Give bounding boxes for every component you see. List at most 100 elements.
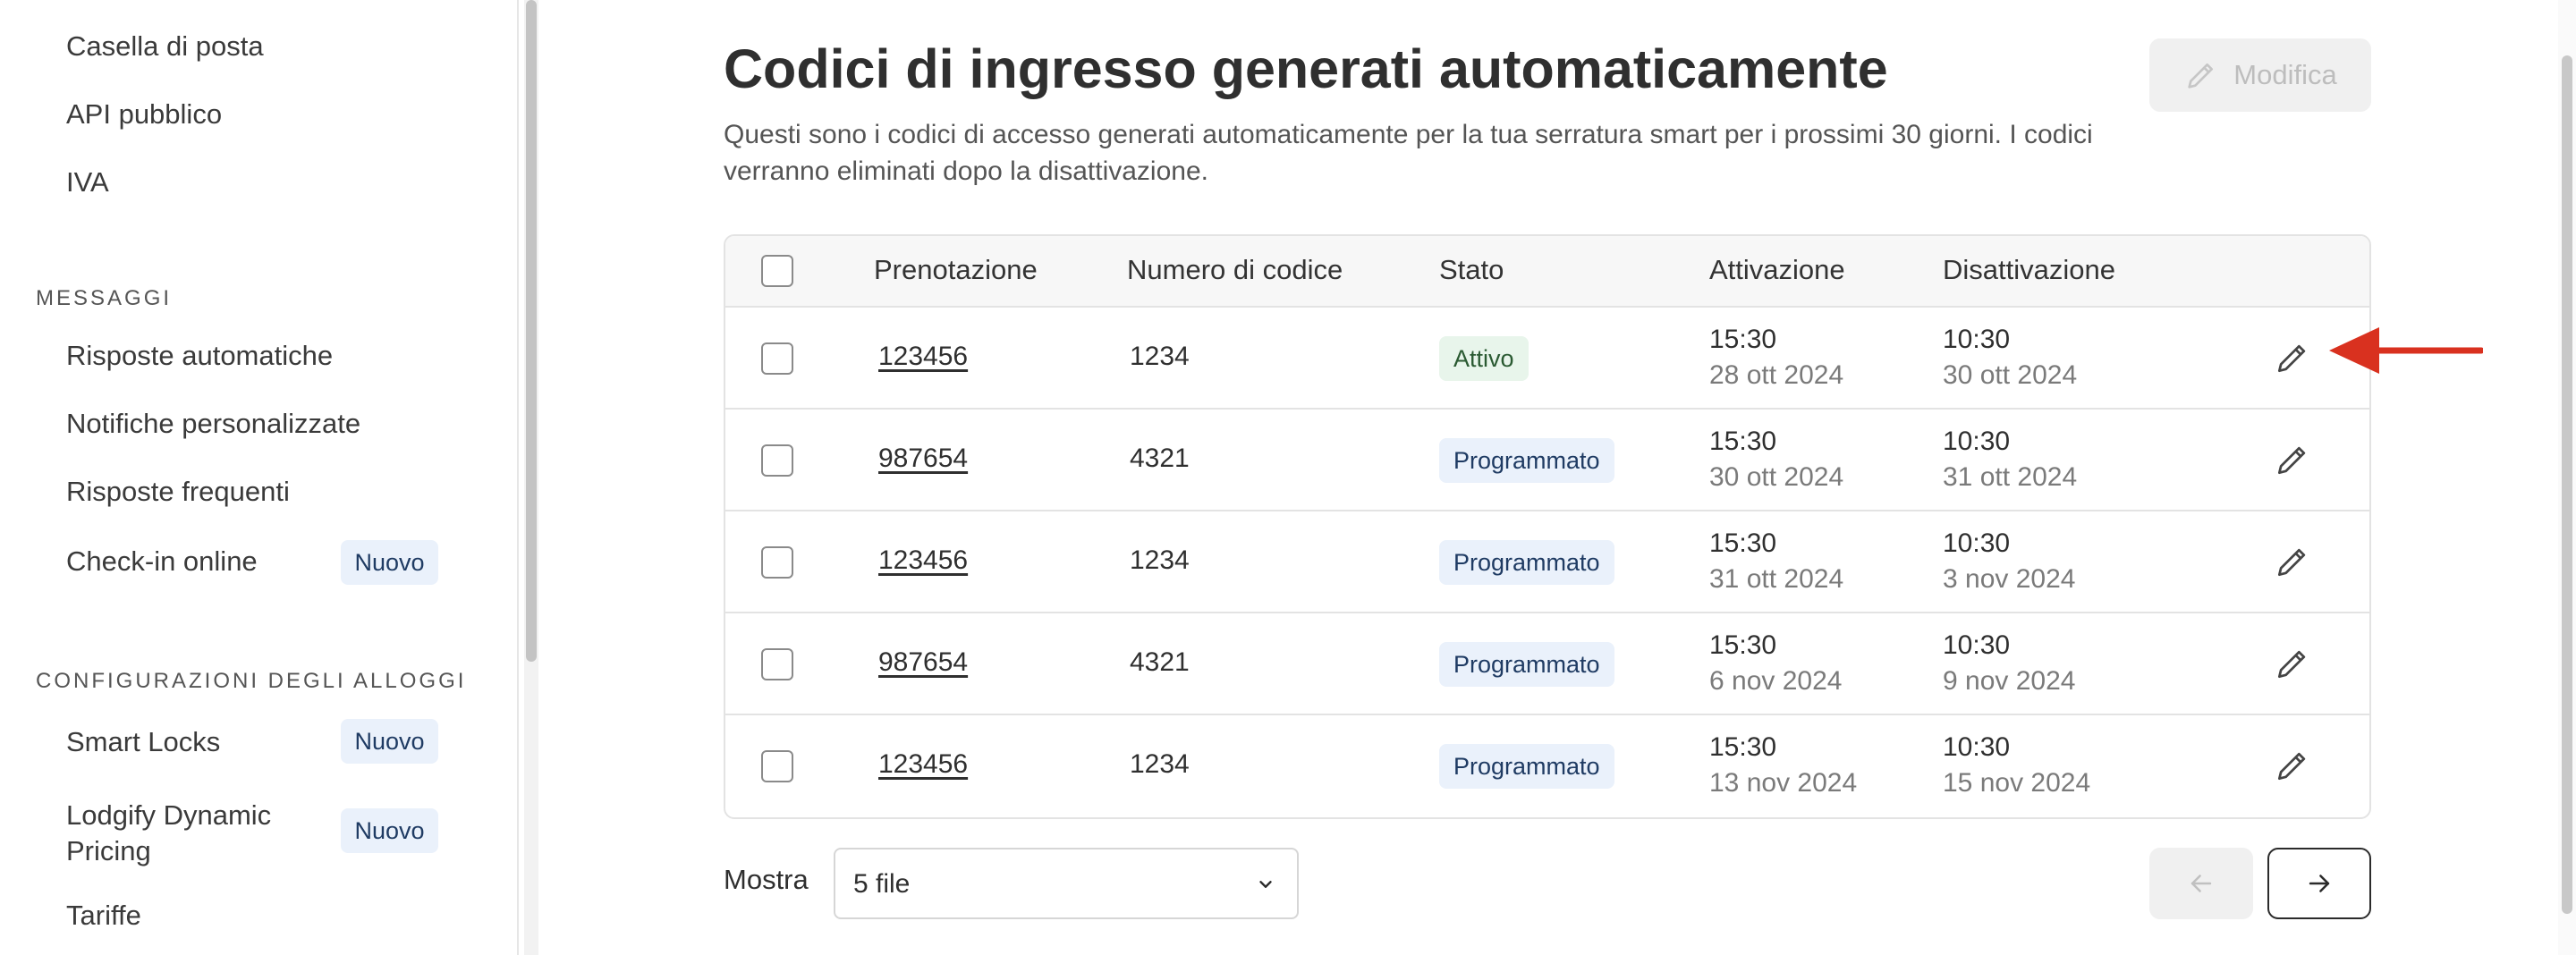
deactivation-date: 31 ott 2024 [1943, 462, 2078, 492]
page-description: Questi sono i codici di accesso generati… [724, 120, 2093, 186]
pencil-icon[interactable] [2273, 746, 2312, 785]
activation-date: 6 nov 2024 [1709, 666, 1843, 696]
arrow-right-icon [2309, 875, 2330, 892]
scrollbar-thumb[interactable] [526, 0, 537, 662]
sidebar-item-online-checkin[interactable]: Check-in online [66, 545, 258, 578]
activation-time: 15:30 [1709, 528, 1777, 558]
deactivation-time: 10:30 [1943, 630, 2011, 660]
sidebar-item-dynamic-pricing[interactable]: Lodgify Dynamic Pricing [66, 798, 271, 869]
activation-date: 13 nov 2024 [1709, 768, 1858, 798]
table-row: 123456 1234 Programmato 15:30 13 nov 202… [725, 715, 2369, 817]
deactivation-datetime: 10:30 31 ott 2024 [1943, 424, 2077, 495]
pencil-icon[interactable] [2273, 542, 2312, 581]
table-header: Prenotazione Numero di codice Stato Atti… [725, 236, 2369, 308]
red-arrow-icon [2329, 327, 2483, 374]
sidebar-item-inbox[interactable]: Casella di posta [66, 30, 264, 63]
deactivation-datetime: 10:30 3 nov 2024 [1943, 526, 2075, 597]
edit-button-label: Modifica [2233, 59, 2337, 90]
activation-date: 30 ott 2024 [1709, 462, 1844, 492]
activation-time: 15:30 [1709, 732, 1777, 762]
sidebar-item-label: Lodgify Dynamic [66, 799, 272, 831]
deactivation-time: 10:30 [1943, 732, 2011, 762]
deactivation-datetime: 10:30 30 ott 2024 [1943, 322, 2077, 393]
deactivation-time: 10:30 [1943, 528, 2011, 558]
chevron-down-icon [1259, 881, 1272, 888]
main-content: Codici di ingresso generati automaticame… [542, 0, 2576, 955]
scrollbar-thumb[interactable] [2562, 55, 2572, 914]
rows-per-page-select[interactable]: 5 file [834, 848, 1299, 919]
deactivation-date: 15 nov 2024 [1943, 768, 2091, 798]
select-all-checkbox[interactable] [761, 255, 793, 287]
rows-per-page-value: 5 file [853, 869, 911, 899]
previous-page-button[interactable] [2149, 848, 2253, 919]
row-checkbox[interactable] [761, 342, 793, 375]
code-value: 4321 [1130, 647, 1190, 677]
table-row: 123456 1234 Attivo 15:30 28 ott 2024 10:… [725, 308, 2369, 410]
row-checkbox[interactable] [761, 648, 793, 680]
table-row: 123456 1234 Programmato 15:30 31 ott 202… [725, 511, 2369, 613]
booking-link[interactable]: 123456 [878, 342, 968, 372]
access-codes-table: Prenotazione Numero di codice Stato Atti… [724, 234, 2371, 819]
column-header-status: Stato [1439, 254, 1504, 285]
deactivation-date: 3 nov 2024 [1943, 564, 2076, 594]
sidebar-item-auto-replies[interactable]: Risposte automatiche [66, 340, 333, 372]
new-badge: Nuovo [341, 808, 438, 853]
pencil-icon[interactable] [2273, 440, 2312, 479]
code-value: 1234 [1130, 545, 1190, 575]
sidebar-item-faq[interactable]: Risposte frequenti [66, 476, 290, 508]
edit-button[interactable]: Modifica [2149, 38, 2371, 112]
column-header-deactivation: Disattivazione [1943, 254, 2115, 285]
status-badge: Programmato [1439, 438, 1614, 483]
settings-sidebar: Casella di posta API pubblico IVA MESSAG… [0, 0, 519, 955]
activation-datetime: 15:30 6 nov 2024 [1709, 628, 1842, 699]
sidebar-item-vat[interactable]: IVA [66, 166, 109, 199]
new-badge: Nuovo [341, 540, 438, 585]
table-row: 987654 4321 Programmato 15:30 30 ott 202… [725, 410, 2369, 511]
sidebar-item-public-api[interactable]: API pubblico [66, 98, 222, 131]
activation-time: 15:30 [1709, 325, 1777, 354]
booking-link[interactable]: 123456 [878, 545, 968, 576]
row-checkbox[interactable] [761, 750, 793, 782]
code-value: 1234 [1130, 342, 1190, 371]
new-badge: Nuovo [341, 719, 438, 764]
row-checkbox[interactable] [761, 546, 793, 579]
activation-datetime: 15:30 31 ott 2024 [1709, 526, 1843, 597]
booking-link[interactable]: 987654 [878, 444, 968, 474]
row-checkbox[interactable] [761, 444, 793, 477]
activation-datetime: 15:30 30 ott 2024 [1709, 424, 1843, 495]
sidebar-item-custom-notifications[interactable]: Notifiche personalizzate [66, 408, 360, 440]
activation-date: 28 ott 2024 [1709, 360, 1844, 390]
page-scrollbar[interactable] [2558, 0, 2576, 955]
pencil-icon [2188, 63, 2214, 89]
status-badge: Programmato [1439, 642, 1614, 687]
booking-link[interactable]: 123456 [878, 749, 968, 780]
booking-link[interactable]: 987654 [878, 647, 968, 678]
status-badge: Programmato [1439, 744, 1614, 789]
next-page-button[interactable] [2267, 848, 2371, 919]
pencil-icon[interactable] [2273, 644, 2312, 683]
deactivation-time: 10:30 [1943, 325, 2011, 354]
deactivation-date: 9 nov 2024 [1943, 666, 2076, 696]
page-title: Codici di ingresso generati automaticame… [724, 38, 1888, 99]
sidebar-item-rates[interactable]: Tariffe [66, 900, 141, 932]
column-header-activation: Attivazione [1709, 254, 1845, 285]
activation-date: 31 ott 2024 [1709, 564, 1844, 594]
code-value: 4321 [1130, 444, 1190, 473]
sidebar-item-smart-locks[interactable]: Smart Locks [66, 726, 220, 758]
deactivation-date: 30 ott 2024 [1943, 360, 2078, 390]
activation-datetime: 15:30 28 ott 2024 [1709, 322, 1843, 393]
pencil-icon[interactable] [2273, 338, 2312, 377]
sidebar-section-messages: MESSAGGI [36, 286, 173, 310]
deactivation-time: 10:30 [1943, 427, 2011, 456]
arrow-left-icon [2190, 875, 2212, 892]
deactivation-datetime: 10:30 15 nov 2024 [1943, 730, 2090, 801]
sidebar-scrollbar[interactable] [524, 0, 538, 955]
deactivation-datetime: 10:30 9 nov 2024 [1943, 628, 2075, 699]
status-badge: Attivo [1439, 336, 1529, 381]
activation-datetime: 15:30 13 nov 2024 [1709, 730, 1857, 801]
column-header-booking: Prenotazione [874, 254, 1038, 285]
column-header-code: Numero di codice [1127, 254, 1343, 285]
activation-time: 15:30 [1709, 427, 1777, 456]
sidebar-section-property-config: CONFIGURAZIONI DEGLI ALLOGGI [36, 669, 467, 693]
rows-per-page-label: Mostra [724, 864, 809, 895]
